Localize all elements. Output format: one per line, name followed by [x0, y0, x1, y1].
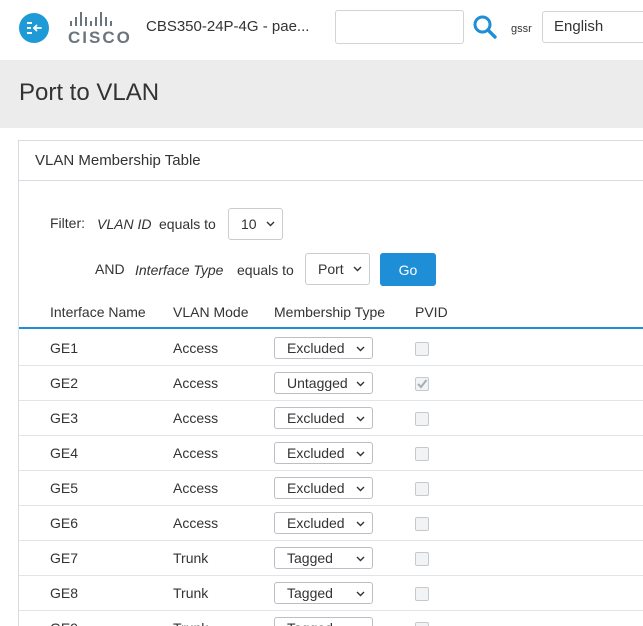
column-header-pvid[interactable]: PVID	[415, 304, 448, 320]
table-header: Interface Name VLAN Mode Membership Type…	[19, 293, 643, 329]
interface-name-cell: GE1	[50, 340, 79, 356]
panel-header: VLAN Membership Table	[19, 141, 643, 181]
membership-type-select[interactable]: Excluded	[274, 337, 373, 359]
membership-type-value: Excluded	[287, 515, 345, 531]
vlan-mode-cell: Access	[173, 480, 219, 496]
username-label[interactable]: gssr	[511, 23, 532, 35]
interface-type-label: Interface Type	[135, 262, 224, 278]
interface-name-cell: GE2	[50, 375, 79, 391]
chevron-down-icon	[356, 556, 365, 562]
chevron-down-icon	[356, 486, 365, 492]
membership-type-value: Excluded	[287, 480, 345, 496]
pvid-checkbox[interactable]	[415, 342, 429, 356]
chevron-down-icon	[356, 521, 365, 527]
pvid-checkbox[interactable]	[415, 622, 429, 626]
vlan-mode-cell: Trunk	[173, 620, 208, 626]
top-bar: CISCO CBS350-24P-4G - pae... gssr Englis…	[0, 0, 643, 60]
membership-type-value: Excluded	[287, 340, 345, 356]
chevron-down-icon	[356, 451, 365, 457]
membership-type-value: Excluded	[287, 445, 345, 461]
language-select[interactable]: English	[542, 11, 643, 43]
search-icon	[473, 15, 497, 39]
pvid-checkbox[interactable]	[415, 552, 429, 566]
membership-type-select[interactable]: Tagged	[274, 617, 373, 626]
chevron-down-icon	[356, 416, 365, 422]
checkmark-icon	[417, 379, 428, 389]
vlan-mode-cell: Access	[173, 375, 219, 391]
membership-type-value: Tagged	[287, 550, 333, 566]
logo-text: CISCO	[68, 28, 132, 47]
chevron-down-icon	[266, 221, 275, 227]
interface-name-cell: GE7	[50, 550, 79, 566]
interface-name-cell: GE6	[50, 515, 79, 531]
vlan-mode-cell: Access	[173, 445, 219, 461]
membership-type-select[interactable]: Tagged	[274, 582, 373, 604]
vlan-id-label: VLAN ID	[97, 216, 152, 232]
pvid-checkbox[interactable]	[415, 587, 429, 601]
interface-name-cell: GE4	[50, 445, 79, 461]
interface-name-cell: GE9	[50, 620, 78, 626]
vlan-id-equals-label: equals to	[159, 216, 216, 232]
interface-type-value: Port	[318, 261, 344, 277]
panel-title: VLAN Membership Table	[35, 152, 201, 169]
membership-type-select[interactable]: Untagged	[274, 372, 373, 394]
and-label: AND	[95, 261, 125, 277]
membership-type-value: Untagged	[287, 375, 348, 391]
pvid-checkbox[interactable]	[415, 377, 429, 391]
table-row: GE4 Access Excluded	[19, 436, 643, 471]
membership-type-value: Excluded	[287, 410, 345, 426]
membership-type-select[interactable]: Excluded	[274, 512, 373, 534]
table-row: GE8 Trunk Tagged	[19, 576, 643, 611]
cisco-logo-icon	[70, 10, 132, 26]
vlan-id-select[interactable]: 10	[228, 208, 283, 240]
menu-toggle-button[interactable]	[19, 13, 49, 43]
page-title: Port to VLAN	[19, 79, 160, 106]
interface-name-cell: GE5	[50, 480, 79, 496]
table-row: GE7 Trunk Tagged	[19, 541, 643, 576]
pvid-checkbox[interactable]	[415, 412, 429, 426]
go-button[interactable]: Go	[380, 253, 436, 286]
chevron-down-icon	[356, 381, 365, 387]
membership-type-select[interactable]: Excluded	[274, 407, 373, 429]
vlan-id-value: 10	[241, 216, 257, 232]
menu-collapse-icon	[27, 22, 42, 34]
device-title: CBS350-24P-4G - pae...	[146, 18, 310, 35]
vlan-mode-cell: Trunk	[173, 585, 209, 601]
interface-type-equals-label: equals to	[237, 262, 294, 278]
chevron-down-icon	[353, 266, 362, 272]
cisco-logo: CISCO	[68, 10, 132, 47]
table-row: GE3 Access Excluded	[19, 401, 643, 436]
interface-name-cell: GE8	[50, 585, 79, 601]
vlan-mode-cell: Trunk	[173, 550, 209, 566]
vlan-mode-cell: Access	[173, 340, 219, 356]
table-row: GE2 Access Untagged	[19, 366, 643, 401]
filter-label: Filter:	[50, 215, 85, 231]
column-header-membership-type[interactable]: Membership Type	[274, 304, 385, 320]
column-header-vlan-mode[interactable]: VLAN Mode	[173, 304, 248, 320]
pvid-checkbox[interactable]	[415, 482, 429, 496]
interface-type-select[interactable]: Port	[305, 253, 370, 285]
membership-type-value: Tagged	[287, 620, 333, 626]
table-row: GE9 Trunk Tagged	[19, 611, 643, 626]
vlan-membership-panel: VLAN Membership Table Filter: VLAN ID eq…	[18, 140, 643, 626]
title-band: Port to VLAN	[0, 60, 643, 128]
table-row: GE5 Access Excluded	[19, 471, 643, 506]
vlan-mode-cell: Access	[173, 410, 219, 426]
chevron-down-icon	[356, 346, 365, 352]
vlan-mode-cell: Access	[173, 515, 219, 531]
search-button[interactable]	[472, 14, 498, 40]
pvid-checkbox[interactable]	[415, 447, 429, 461]
chevron-down-icon	[356, 591, 365, 597]
interface-name-cell: GE3	[50, 410, 79, 426]
table-row: GE6 Access Excluded	[19, 506, 643, 541]
membership-type-select[interactable]: Excluded	[274, 442, 373, 464]
membership-type-select[interactable]: Tagged	[274, 547, 373, 569]
table-row: GE1 Access Excluded	[19, 331, 643, 366]
column-header-interface-name[interactable]: Interface Name	[50, 304, 146, 320]
membership-type-value: Tagged	[287, 585, 333, 601]
search-input[interactable]	[335, 10, 464, 44]
pvid-checkbox[interactable]	[415, 517, 429, 531]
membership-type-select[interactable]: Excluded	[274, 477, 373, 499]
